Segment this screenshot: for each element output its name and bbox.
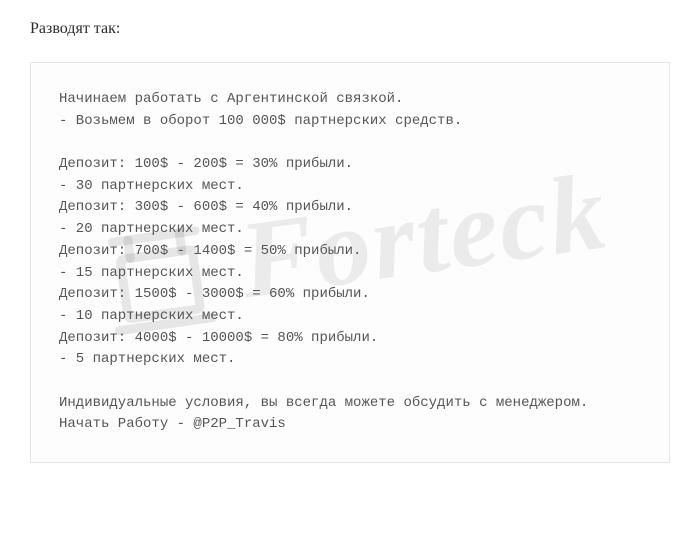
message-line: - 5 партнерских мест. xyxy=(59,349,641,371)
blank-line xyxy=(59,371,641,393)
message-line: Депозит: 4000$ - 10000$ = 80% прибыли. xyxy=(59,328,641,350)
scam-message-box: Forteck Начинаем работать с Аргентинской… xyxy=(30,62,670,463)
message-line: Депозит: 700$ - 1400$ = 50% прибыли. xyxy=(59,241,641,263)
message-line: - Возьмем в оборот 100 000$ партнерских … xyxy=(59,111,641,133)
message-line: Начинаем работать с Аргентинской связкой… xyxy=(59,89,641,111)
message-line: Индивидуальные условия, вы всегда можете… xyxy=(59,393,641,415)
message-line: - 10 партнерских мест. xyxy=(59,306,641,328)
message-line: Депозит: 300$ - 600$ = 40% прибыли. xyxy=(59,197,641,219)
message-line: Депозит: 1500$ - 3000$ = 60% прибыли. xyxy=(59,284,641,306)
section-heading: Разводят так: xyxy=(30,20,670,38)
message-line: - 30 партнерских мест. xyxy=(59,176,641,198)
message-line: Депозит: 100$ - 200$ = 30% прибыли. xyxy=(59,154,641,176)
message-line: Начать Работу - @P2P_Travis xyxy=(59,414,641,436)
message-line: - 15 партнерских мест. xyxy=(59,263,641,285)
blank-line xyxy=(59,132,641,154)
message-line: - 20 партнерских мест. xyxy=(59,219,641,241)
